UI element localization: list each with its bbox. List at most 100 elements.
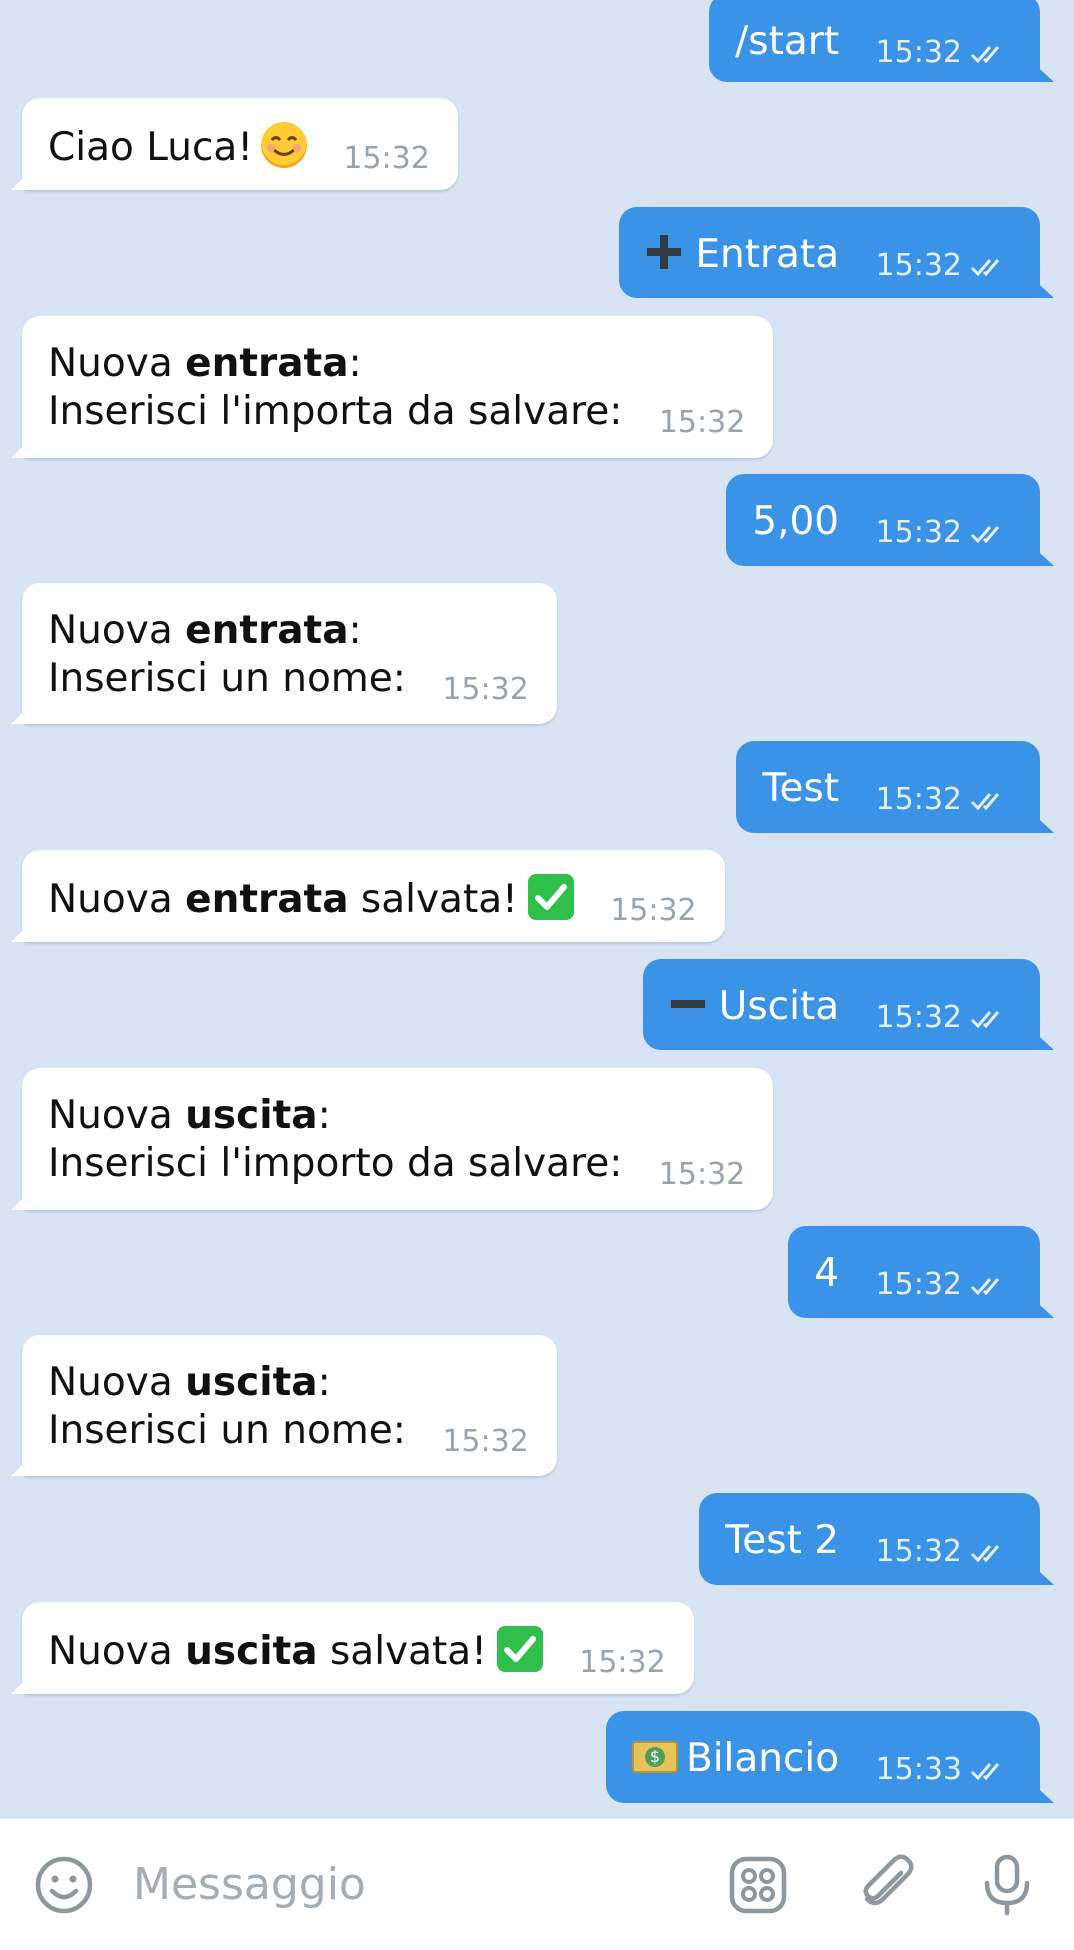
chat-history[interactable]: /start 15:32 Ciao Luca! 15:32 Entrata 15… (0, 0, 1074, 1818)
money-icon: $ (631, 1741, 678, 1773)
message-time: 15:32 (875, 248, 962, 283)
message-text: Nuova uscita: Inserisci l'importo da salv… (48, 1092, 622, 1188)
message-meta: 15:32 (876, 249, 1012, 283)
message-time: 15:32 (442, 1424, 529, 1459)
smiling-face-icon (260, 122, 307, 168)
message-body: Entrata (695, 232, 840, 277)
message-time: 15:32 (875, 1267, 962, 1302)
message-body: Nuova (48, 1360, 186, 1405)
message-outgoing[interactable]: 5,00 15:32 (726, 474, 1040, 566)
message-body: salvata! (317, 1629, 487, 1674)
double-check-icon (970, 792, 1000, 810)
message-outgoing[interactable]: Entrata 15:32 (619, 207, 1040, 298)
check-mark-icon (527, 874, 574, 920)
message-incoming[interactable]: Nuova entrata: Inserisci un nome: 15:32 (22, 583, 557, 724)
message-text: Nuova uscita: Inserisci un nome: (48, 1359, 406, 1455)
double-check-icon (970, 1277, 1000, 1295)
check-mark-icon (496, 1626, 543, 1672)
minus-icon (670, 1000, 705, 1008)
message-text: Test 2 (725, 1518, 840, 1563)
message-body: Uscita (718, 984, 840, 1029)
message-time: 15:32 (875, 782, 962, 817)
message-bold: uscita (185, 1360, 318, 1405)
message-meta: 15:32 (876, 1268, 1012, 1302)
double-check-icon (970, 45, 1000, 63)
message-incoming[interactable]: Ciao Luca! 15:32 (22, 98, 458, 190)
message-text: $ Bilancio (631, 1735, 840, 1783)
message-body: : (348, 608, 362, 653)
message-text: Nuova entrata: Inserisci un nome: (48, 607, 406, 703)
message-line: Inserisci l'importo da salvare: (48, 1141, 623, 1186)
message-incoming[interactable]: Nuova uscita: Inserisci l'importo da salv… (22, 1068, 774, 1210)
microphone-icon[interactable] (975, 1853, 1039, 1917)
message-time: 15:32 (442, 672, 529, 707)
double-check-icon (970, 258, 1000, 276)
stickers-icon[interactable] (726, 1853, 790, 1917)
message-text: Nuova entrata salvata! (48, 874, 574, 924)
message-bold: uscita (185, 1629, 318, 1674)
message-outgoing[interactable]: /start 15:32 (709, 0, 1040, 82)
message-body: Nuova (48, 877, 186, 922)
message-incoming[interactable]: Nuova uscita: Inserisci un nome: 15:32 (22, 1335, 557, 1476)
message-body: : (317, 1093, 331, 1138)
emoji-icon[interactable] (32, 1853, 96, 1917)
message-line: Inserisci l'importa da salvare: (48, 389, 623, 434)
message-time: 15:32 (658, 405, 746, 440)
message-body: Nuova (48, 1093, 186, 1138)
message-outgoing[interactable]: Test 15:32 (736, 741, 1040, 833)
message-line: Inserisci un nome: (48, 656, 406, 701)
message-time: 15:32 (343, 141, 430, 176)
message-incoming[interactable]: Nuova entrata: Inserisci l'importa da sal… (22, 316, 774, 458)
attach-icon[interactable] (855, 1853, 919, 1917)
message-input[interactable]: Messaggio (133, 1855, 693, 1915)
message-time: 15:33 (875, 1752, 962, 1787)
message-incoming[interactable]: Nuova uscita salvata! 15:32 (22, 1602, 694, 1694)
double-check-icon (970, 1010, 1000, 1028)
message-time: 15:32 (610, 893, 697, 928)
message-text: /start (735, 19, 840, 64)
message-bold: entrata (185, 608, 349, 653)
message-meta: 15:32 (876, 1001, 1012, 1035)
message-time: 15:32 (875, 1534, 962, 1569)
message-body: Nuova (48, 608, 186, 653)
message-body: salvata! (348, 877, 518, 922)
message-text: Entrata (645, 231, 839, 279)
double-check-icon (970, 1762, 1000, 1780)
double-check-icon (970, 1544, 1000, 1562)
message-text: 4 (814, 1251, 840, 1296)
message-meta: 15:32 (876, 36, 1012, 70)
message-line: Nuova entrata: (48, 340, 622, 388)
message-outgoing[interactable]: Uscita 15:32 (642, 959, 1040, 1050)
message-body: Nuova (48, 1629, 186, 1674)
message-outgoing[interactable]: 4 15:32 (788, 1226, 1040, 1318)
message-line: Inserisci un nome: (48, 1408, 406, 1453)
plus-icon (647, 235, 682, 269)
message-time: 15:32 (579, 1645, 666, 1680)
message-body: : (317, 1360, 331, 1405)
message-body: Bilancio (685, 1736, 840, 1781)
message-text: Uscita (669, 983, 839, 1031)
message-bold: entrata (185, 877, 349, 922)
message-bold: entrata (185, 341, 349, 386)
message-bold: uscita (185, 1093, 318, 1138)
message-line: Nuova uscita: (48, 1359, 406, 1407)
message-text: 5,00 (752, 499, 840, 544)
double-check-icon (970, 525, 1000, 543)
message-text: Test (762, 766, 840, 811)
message-meta: 15:32 (876, 783, 1012, 817)
message-text: Nuova entrata: Inserisci l'importa da sal… (48, 340, 622, 436)
message-time: 15:32 (875, 1000, 962, 1035)
message-meta: 15:32 (876, 516, 1012, 550)
message-body: Nuova (48, 341, 186, 386)
message-text: Nuova uscita salvata! (48, 1626, 543, 1676)
message-time: 15:32 (658, 1157, 746, 1192)
message-meta: 15:32 (876, 1535, 1012, 1569)
message-composer: Messaggio (0, 1818, 1074, 1950)
message-outgoing[interactable]: $ Bilancio 15:33 (605, 1711, 1040, 1803)
message-text: Ciao Luca! (48, 122, 307, 172)
message-outgoing[interactable]: Test 2 15:32 (699, 1493, 1040, 1585)
message-incoming[interactable]: Nuova entrata salvata! 15:32 (22, 850, 725, 942)
message-line: Nuova uscita: (48, 1092, 622, 1140)
message-time: 15:32 (875, 35, 962, 70)
message-line: Nuova entrata: (48, 607, 406, 655)
